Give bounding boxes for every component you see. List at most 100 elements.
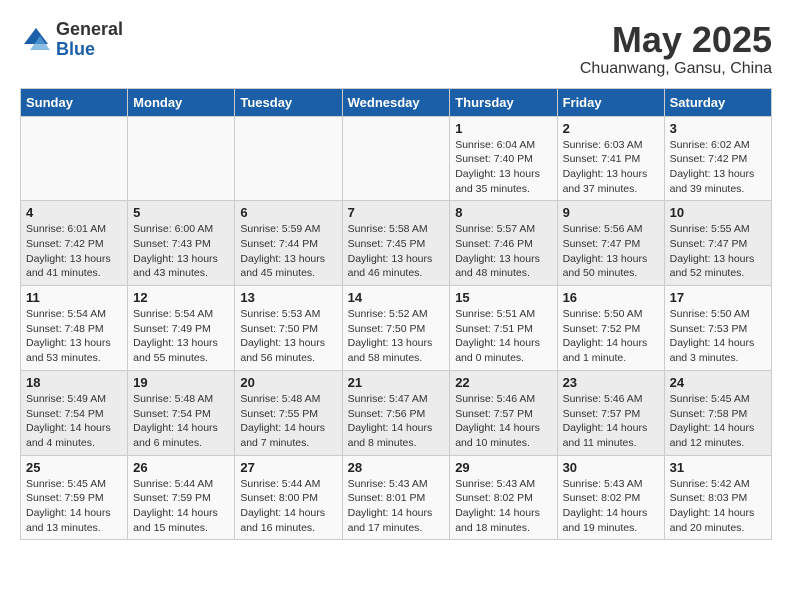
location-subtitle: Chuanwang, Gansu, China bbox=[580, 60, 772, 78]
day-cell bbox=[342, 116, 450, 201]
logo-general: General bbox=[56, 20, 123, 40]
day-cell: 7 Sunrise: 5:58 AM Sunset: 7:45 PM Daylig… bbox=[342, 201, 450, 286]
day-info: Sunrise: 5:48 AM Sunset: 7:54 PM Dayligh… bbox=[133, 392, 229, 451]
day-number: 22 bbox=[455, 375, 551, 390]
day-info: Sunrise: 5:52 AM Sunset: 7:50 PM Dayligh… bbox=[348, 307, 445, 366]
day-info: Sunrise: 6:03 AM Sunset: 7:41 PM Dayligh… bbox=[563, 138, 659, 197]
day-cell: 13 Sunrise: 5:53 AM Sunset: 7:50 PM Dayli… bbox=[235, 286, 342, 371]
calendar-body: 1 Sunrise: 6:04 AM Sunset: 7:40 PM Daylig… bbox=[21, 116, 772, 540]
day-number: 31 bbox=[670, 460, 766, 475]
day-info: Sunrise: 5:43 AM Sunset: 8:02 PM Dayligh… bbox=[563, 477, 659, 536]
header-tuesday: Tuesday bbox=[235, 88, 342, 116]
day-number: 23 bbox=[563, 375, 659, 390]
day-number: 12 bbox=[133, 290, 229, 305]
day-info: Sunrise: 5:43 AM Sunset: 8:02 PM Dayligh… bbox=[455, 477, 551, 536]
header-friday: Friday bbox=[557, 88, 664, 116]
calendar-table: SundayMondayTuesdayWednesdayThursdayFrid… bbox=[20, 88, 772, 541]
day-info: Sunrise: 5:48 AM Sunset: 7:55 PM Dayligh… bbox=[240, 392, 336, 451]
day-info: Sunrise: 6:04 AM Sunset: 7:40 PM Dayligh… bbox=[455, 138, 551, 197]
day-cell: 6 Sunrise: 5:59 AM Sunset: 7:44 PM Daylig… bbox=[235, 201, 342, 286]
day-number: 1 bbox=[455, 121, 551, 136]
day-number: 24 bbox=[670, 375, 766, 390]
day-number: 30 bbox=[563, 460, 659, 475]
day-cell: 19 Sunrise: 5:48 AM Sunset: 7:54 PM Dayli… bbox=[128, 370, 235, 455]
day-cell: 15Sunrise: 5:51 AM Sunset: 7:51 PM Dayli… bbox=[450, 286, 557, 371]
day-info: Sunrise: 5:45 AM Sunset: 7:59 PM Dayligh… bbox=[26, 477, 122, 536]
day-number: 11 bbox=[26, 290, 122, 305]
day-info: Sunrise: 6:01 AM Sunset: 7:42 PM Dayligh… bbox=[26, 222, 122, 281]
day-info: Sunrise: 5:57 AM Sunset: 7:46 PM Dayligh… bbox=[455, 222, 551, 281]
day-number: 7 bbox=[348, 205, 445, 220]
day-info: Sunrise: 5:59 AM Sunset: 7:44 PM Dayligh… bbox=[240, 222, 336, 281]
day-number: 28 bbox=[348, 460, 445, 475]
day-number: 18 bbox=[26, 375, 122, 390]
day-cell bbox=[235, 116, 342, 201]
day-cell: 11 Sunrise: 5:54 AM Sunset: 7:48 PM Dayli… bbox=[21, 286, 128, 371]
day-cell bbox=[21, 116, 128, 201]
day-info: Sunrise: 5:56 AM Sunset: 7:47 PM Dayligh… bbox=[563, 222, 659, 281]
week-row-4: 18 Sunrise: 5:49 AM Sunset: 7:54 PM Dayli… bbox=[21, 370, 772, 455]
day-info: Sunrise: 5:51 AM Sunset: 7:51 PM Dayligh… bbox=[455, 307, 551, 366]
week-row-5: 25 Sunrise: 5:45 AM Sunset: 7:59 PM Dayli… bbox=[21, 455, 772, 540]
day-number: 20 bbox=[240, 375, 336, 390]
day-cell: 2 Sunrise: 6:03 AM Sunset: 7:41 PM Daylig… bbox=[557, 116, 664, 201]
day-cell: 12 Sunrise: 5:54 AM Sunset: 7:49 PM Dayli… bbox=[128, 286, 235, 371]
day-number: 17 bbox=[670, 290, 766, 305]
day-info: Sunrise: 5:46 AM Sunset: 7:57 PM Dayligh… bbox=[563, 392, 659, 451]
month-title: May 2025 bbox=[580, 20, 772, 60]
day-cell: 8 Sunrise: 5:57 AM Sunset: 7:46 PM Daylig… bbox=[450, 201, 557, 286]
header-row: SundayMondayTuesdayWednesdayThursdayFrid… bbox=[21, 88, 772, 116]
day-number: 9 bbox=[563, 205, 659, 220]
day-cell: 22 Sunrise: 5:46 AM Sunset: 7:57 PM Dayli… bbox=[450, 370, 557, 455]
day-number: 8 bbox=[455, 205, 551, 220]
day-number: 25 bbox=[26, 460, 122, 475]
day-info: Sunrise: 5:55 AM Sunset: 7:47 PM Dayligh… bbox=[670, 222, 766, 281]
day-info: Sunrise: 6:02 AM Sunset: 7:42 PM Dayligh… bbox=[670, 138, 766, 197]
day-number: 3 bbox=[670, 121, 766, 136]
page-header: General Blue May 2025 Chuanwang, Gansu, … bbox=[20, 20, 772, 78]
logo-text: General Blue bbox=[56, 20, 123, 60]
day-info: Sunrise: 5:47 AM Sunset: 7:56 PM Dayligh… bbox=[348, 392, 445, 451]
day-cell: 10Sunrise: 5:55 AM Sunset: 7:47 PM Dayli… bbox=[664, 201, 771, 286]
logo: General Blue bbox=[20, 20, 123, 60]
calendar-header: SundayMondayTuesdayWednesdayThursdayFrid… bbox=[21, 88, 772, 116]
day-info: Sunrise: 5:53 AM Sunset: 7:50 PM Dayligh… bbox=[240, 307, 336, 366]
day-cell: 17 Sunrise: 5:50 AM Sunset: 7:53 PM Dayli… bbox=[664, 286, 771, 371]
week-row-2: 4 Sunrise: 6:01 AM Sunset: 7:42 PM Daylig… bbox=[21, 201, 772, 286]
day-cell: 30 Sunrise: 5:43 AM Sunset: 8:02 PM Dayli… bbox=[557, 455, 664, 540]
day-info: Sunrise: 5:44 AM Sunset: 8:00 PM Dayligh… bbox=[240, 477, 336, 536]
week-row-3: 11 Sunrise: 5:54 AM Sunset: 7:48 PM Dayli… bbox=[21, 286, 772, 371]
day-info: Sunrise: 5:45 AM Sunset: 7:58 PM Dayligh… bbox=[670, 392, 766, 451]
day-info: Sunrise: 6:00 AM Sunset: 7:43 PM Dayligh… bbox=[133, 222, 229, 281]
day-cell: 25 Sunrise: 5:45 AM Sunset: 7:59 PM Dayli… bbox=[21, 455, 128, 540]
day-number: 5 bbox=[133, 205, 229, 220]
day-number: 13 bbox=[240, 290, 336, 305]
logo-blue: Blue bbox=[56, 40, 123, 60]
day-number: 2 bbox=[563, 121, 659, 136]
day-cell: 29Sunrise: 5:43 AM Sunset: 8:02 PM Dayli… bbox=[450, 455, 557, 540]
day-info: Sunrise: 5:50 AM Sunset: 7:53 PM Dayligh… bbox=[670, 307, 766, 366]
day-cell: 20 Sunrise: 5:48 AM Sunset: 7:55 PM Dayli… bbox=[235, 370, 342, 455]
day-info: Sunrise: 5:44 AM Sunset: 7:59 PM Dayligh… bbox=[133, 477, 229, 536]
week-row-1: 1 Sunrise: 6:04 AM Sunset: 7:40 PM Daylig… bbox=[21, 116, 772, 201]
day-info: Sunrise: 5:58 AM Sunset: 7:45 PM Dayligh… bbox=[348, 222, 445, 281]
day-number: 4 bbox=[26, 205, 122, 220]
day-info: Sunrise: 5:43 AM Sunset: 8:01 PM Dayligh… bbox=[348, 477, 445, 536]
day-number: 26 bbox=[133, 460, 229, 475]
day-info: Sunrise: 5:46 AM Sunset: 7:57 PM Dayligh… bbox=[455, 392, 551, 451]
day-cell bbox=[128, 116, 235, 201]
day-number: 19 bbox=[133, 375, 229, 390]
day-number: 6 bbox=[240, 205, 336, 220]
day-info: Sunrise: 5:49 AM Sunset: 7:54 PM Dayligh… bbox=[26, 392, 122, 451]
day-info: Sunrise: 5:54 AM Sunset: 7:48 PM Dayligh… bbox=[26, 307, 122, 366]
day-info: Sunrise: 5:54 AM Sunset: 7:49 PM Dayligh… bbox=[133, 307, 229, 366]
day-cell: 24 Sunrise: 5:45 AM Sunset: 7:58 PM Dayli… bbox=[664, 370, 771, 455]
header-monday: Monday bbox=[128, 88, 235, 116]
day-cell: 18 Sunrise: 5:49 AM Sunset: 7:54 PM Dayli… bbox=[21, 370, 128, 455]
day-cell: 23 Sunrise: 5:46 AM Sunset: 7:57 PM Dayli… bbox=[557, 370, 664, 455]
day-cell: 31Sunrise: 5:42 AM Sunset: 8:03 PM Dayli… bbox=[664, 455, 771, 540]
day-cell: 28 Sunrise: 5:43 AM Sunset: 8:01 PM Dayli… bbox=[342, 455, 450, 540]
day-number: 27 bbox=[240, 460, 336, 475]
day-number: 14 bbox=[348, 290, 445, 305]
header-saturday: Saturday bbox=[664, 88, 771, 116]
